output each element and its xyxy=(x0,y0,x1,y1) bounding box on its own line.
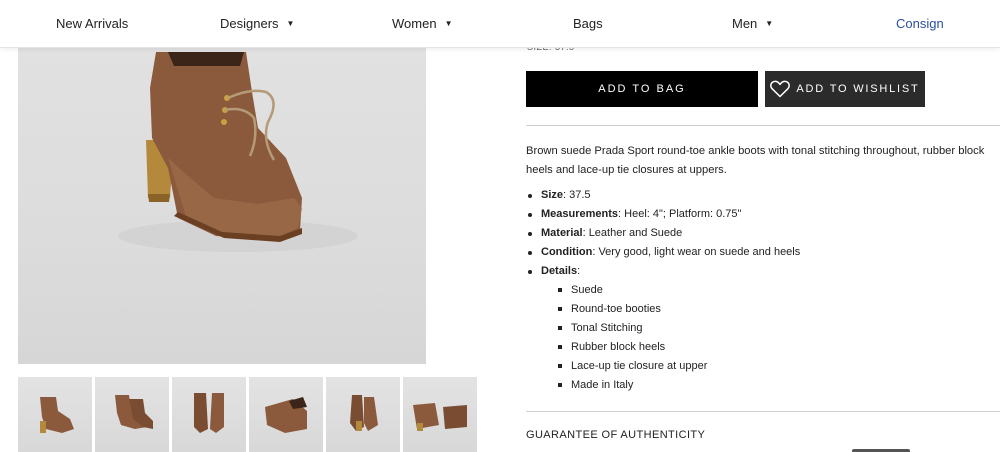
product-main-image[interactable] xyxy=(18,48,426,364)
thumbnail-strip xyxy=(18,377,480,452)
nav-label: New Arrivals xyxy=(56,16,129,31)
spec-material: Material: Leather and Suede xyxy=(526,224,996,243)
nav-label: Bags xyxy=(573,16,603,31)
nav-men[interactable]: Men ▼ xyxy=(732,16,773,31)
spec-details: Details: xyxy=(526,262,996,281)
boot-thumbnail-image xyxy=(194,393,224,433)
spec-label: Condition xyxy=(541,246,593,258)
detail-item: Made in Italy xyxy=(558,376,707,395)
nav-new-arrivals[interactable]: New Arrivals xyxy=(56,16,128,31)
product-thumbnail[interactable] xyxy=(18,377,92,452)
boot-thumbnail-image xyxy=(115,395,153,429)
product-thumbnail[interactable] xyxy=(326,377,400,452)
guarantee-of-authenticity-toggle[interactable]: GUARANTEE OF AUTHENTICITY xyxy=(526,429,705,441)
spec-condition: Condition: Very good, light wear on sued… xyxy=(526,243,996,262)
spec-label: Size xyxy=(541,189,564,201)
caret-down-icon: ▼ xyxy=(765,19,774,28)
add-to-wishlist-button[interactable]: ADD TO WISHLIST xyxy=(765,71,925,107)
spec-value: : xyxy=(577,265,581,277)
boot-thumbnail-image xyxy=(40,397,74,433)
product-thumbnail[interactable] xyxy=(95,377,169,452)
boot-thumbnail-image xyxy=(265,397,307,433)
detail-item: Suede xyxy=(558,281,707,300)
caret-down-icon: ▼ xyxy=(286,19,295,28)
add-to-bag-button[interactable]: ADD TO BAG xyxy=(526,71,758,107)
product-specs-list: Size: 37.5 Measurements: Heel: 4"; Platf… xyxy=(526,186,996,281)
spec-value: : Very good, light wear on suede and hee… xyxy=(592,246,801,258)
product-thumbnail[interactable] xyxy=(172,377,246,452)
ankle-boot-illustration xyxy=(118,52,358,252)
add-to-wishlist-label: ADD TO WISHLIST xyxy=(796,83,920,95)
detail-item: Lace-up tie closure at upper xyxy=(558,357,707,376)
heart-icon xyxy=(770,80,791,98)
nav-designers[interactable]: Designers ▼ xyxy=(220,16,294,31)
detail-item: Tonal Stitching xyxy=(558,319,707,338)
nav-label: Consign xyxy=(896,16,944,31)
spec-size: Size: 37.5 xyxy=(526,186,996,205)
nav-bags[interactable]: Bags xyxy=(573,16,603,31)
spec-label: Details xyxy=(541,265,578,277)
detail-item: Rubber block heels xyxy=(558,338,707,357)
detail-item: Round-toe booties xyxy=(558,300,707,319)
boot-thumbnail-image xyxy=(413,403,467,431)
product-thumbnail[interactable] xyxy=(403,377,477,452)
nav-consign[interactable]: Consign xyxy=(896,16,944,31)
boot-thumbnail-image xyxy=(350,395,378,431)
nav-women[interactable]: Women ▼ xyxy=(392,16,452,31)
nav-label: Women xyxy=(392,16,437,31)
spec-value: : Leather and Suede xyxy=(582,227,683,239)
spec-value: : Heel: 4"; Platform: 0.75" xyxy=(618,208,742,220)
caret-down-icon: ▼ xyxy=(444,19,453,28)
top-navigation: New Arrivals Designers ▼ Women ▼ Bags Men ▼… xyxy=(0,0,1000,48)
product-description: Brown suede Prada Sport round-toe ankle … xyxy=(526,145,985,176)
spec-measurements: Measurements: Heel: 4"; Platform: 0.75" xyxy=(526,205,996,224)
product-thumbnail[interactable] xyxy=(249,377,323,452)
nav-label: Men xyxy=(732,16,758,31)
spec-label: Measurements xyxy=(541,208,619,220)
section-divider xyxy=(526,125,1000,126)
section-divider xyxy=(526,411,1000,412)
spec-label: Material xyxy=(541,227,583,239)
add-to-bag-label: ADD TO BAG xyxy=(598,83,686,95)
details-sublist: Suede Round-toe booties Tonal Stitching … xyxy=(558,281,707,395)
nav-label: Designers xyxy=(220,16,279,31)
spec-value: : 37.5 xyxy=(563,189,591,201)
